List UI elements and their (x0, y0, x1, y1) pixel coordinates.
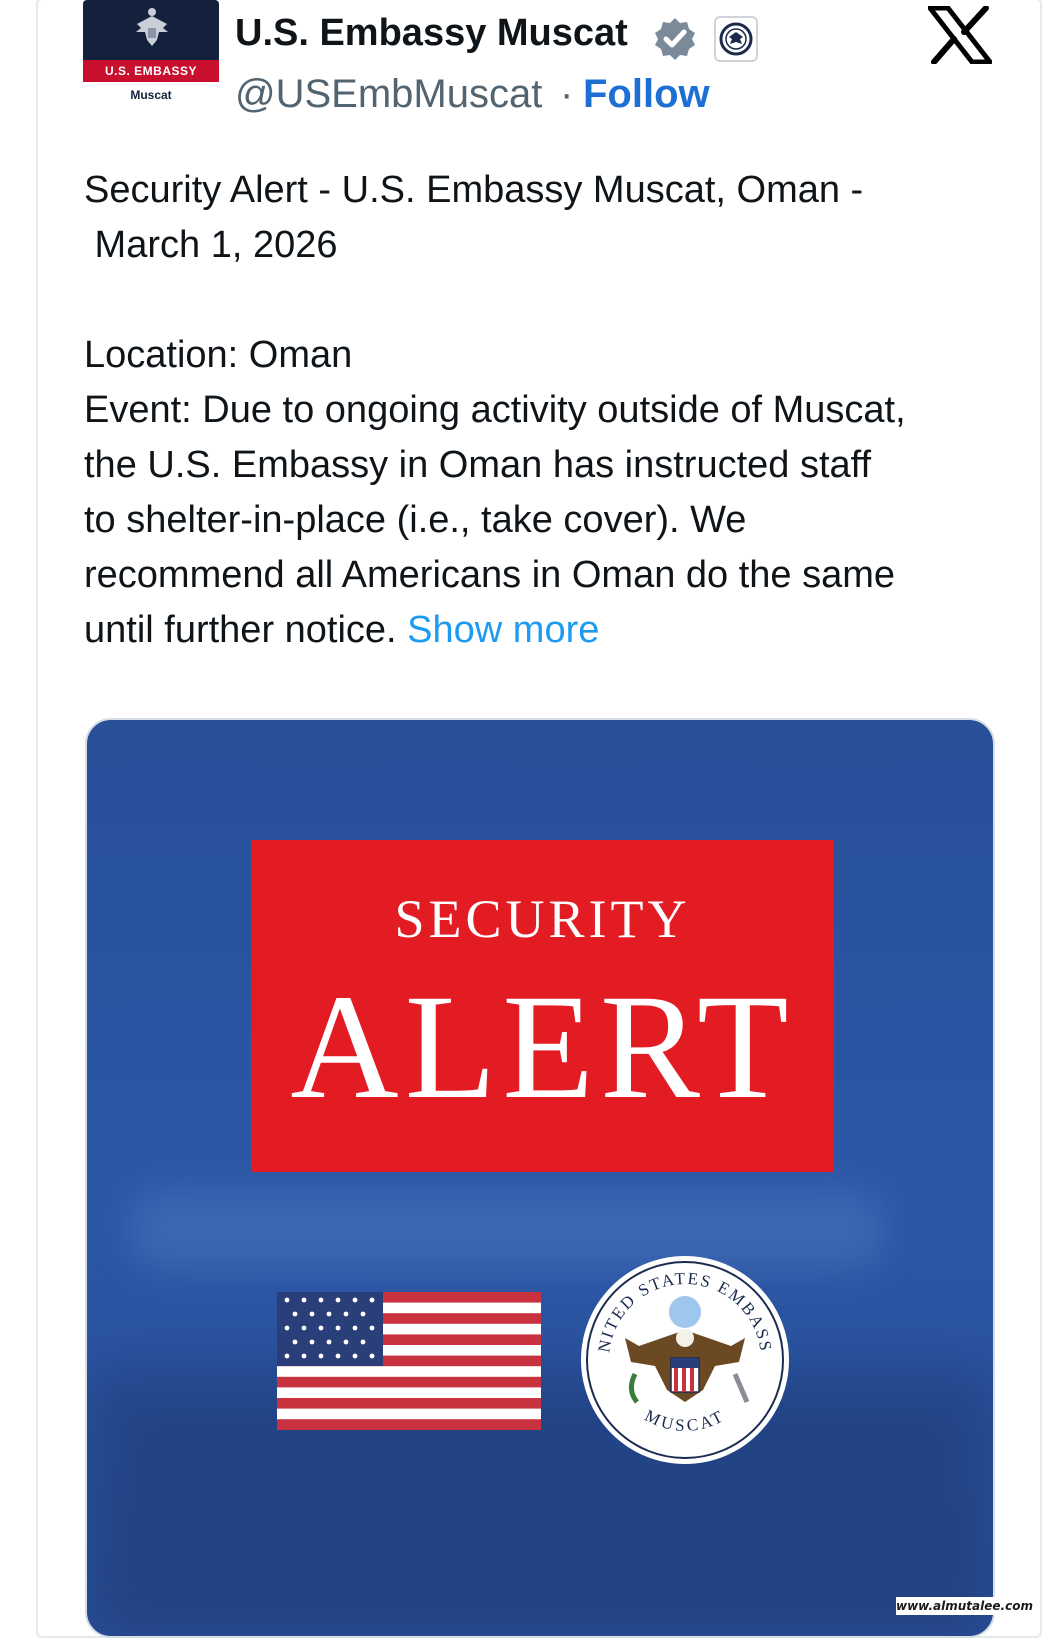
embassy-seal-icon: UNITED STATES EMBASSY MUSCAT (579, 1254, 789, 1464)
alert-line-2: ALERT (290, 964, 795, 1130)
account-name[interactable]: U.S. Embassy Muscat (235, 12, 628, 55)
alert-line-1: SECURITY (394, 889, 691, 949)
post-text-line: until further notice. (84, 609, 397, 651)
post-text-line: Security Alert - U.S. Embassy Muscat, Om… (84, 169, 864, 211)
profile-avatar[interactable]: U.S. EMBASSY Muscat (83, 0, 219, 133)
post-text-last-line: until further notice. Show more (84, 602, 1004, 659)
show-more-link[interactable]: Show more (407, 609, 599, 651)
post-text-line: Event: Due to ongoing activity outside o… (84, 389, 906, 431)
avatar-city: Muscat (130, 88, 172, 102)
verified-badge-icon (655, 18, 695, 60)
us-flag-icon (277, 1292, 541, 1430)
post-text-line: March 1, 2026 (84, 224, 338, 266)
post-text-line: recommend all Americans in Oman do the s… (84, 554, 896, 596)
post-text-line: the U.S. Embassy in Oman has instructed … (84, 444, 872, 486)
avatar-label: U.S. EMBASSY (83, 60, 219, 82)
x-logo-icon[interactable] (928, 6, 992, 64)
account-handle[interactable]: @USEmbMuscat (235, 72, 542, 117)
post-image[interactable]: SECURITY ALERT UNITED S (85, 718, 995, 1638)
separator-dot: · (560, 72, 574, 116)
state-department-seal-icon[interactable] (714, 16, 758, 62)
background-shadow (87, 1370, 993, 1636)
watermark: www.almutalee.com (896, 1597, 1033, 1615)
eagle-icon (136, 8, 168, 46)
post-text-line: Location: Oman (84, 334, 353, 376)
follow-button[interactable]: Follow (583, 72, 710, 117)
post-text-line: to shelter-in-place (i.e., take cover). … (84, 499, 747, 541)
security-alert-banner: SECURITY ALERT (251, 840, 834, 1172)
